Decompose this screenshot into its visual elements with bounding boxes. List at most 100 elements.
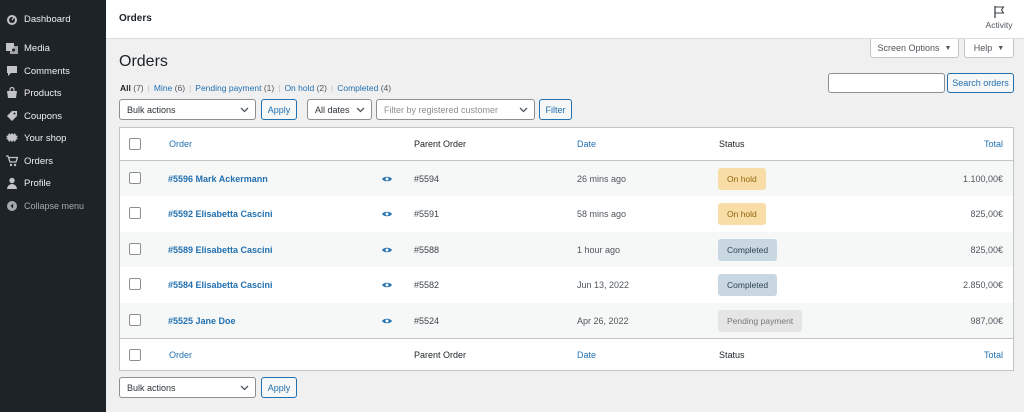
activity-label: Activity	[985, 20, 1013, 30]
column-order-header[interactable]: Order	[169, 128, 192, 160]
user-icon	[6, 177, 18, 189]
sidebar-item-your-shop[interactable]: Your shop	[0, 128, 106, 148]
cart-icon	[6, 155, 18, 167]
status-cell: Pending payment	[718, 303, 803, 338]
chevron-down-icon	[240, 385, 249, 391]
view-separator: |	[330, 83, 334, 93]
column-status-header: Status	[719, 139, 745, 149]
column-parent-order-header: Parent Order	[414, 139, 467, 149]
sidebar-item-label: Profile	[24, 177, 51, 189]
help-button[interactable]: Help ▼	[964, 39, 1014, 58]
view-separator: |	[189, 83, 192, 93]
column-date-footer[interactable]: Date	[577, 339, 596, 371]
header-title: Orders	[119, 13, 152, 24]
order-total: 2.850,00€	[962, 279, 1003, 290]
search-orders-button[interactable]: Search orders	[947, 73, 1014, 93]
parent-order: #5588	[414, 244, 440, 255]
bulk-actions-select-bottom[interactable]: Bulk actions	[119, 377, 256, 398]
parent-order: #5594	[414, 173, 440, 184]
status-badge: Pending payment	[718, 309, 803, 332]
order-link[interactable]: #5596 Mark Ackermann	[168, 161, 268, 196]
shop-icon	[6, 132, 18, 144]
select-all-checkbox[interactable]	[129, 138, 141, 150]
view-completed[interactable]: Completed (4)	[337, 83, 391, 93]
media-icon	[6, 42, 18, 54]
sidebar-item-label: Products	[24, 87, 62, 99]
collapse-menu-label: Collapse menu	[24, 201, 85, 211]
bulk-actions-value: Bulk actions	[127, 104, 176, 115]
view-pending-payment[interactable]: Pending payment (1)	[195, 83, 274, 93]
preview-eye-icon[interactable]	[382, 303, 392, 338]
sidebar-item-media[interactable]: Media	[0, 38, 106, 58]
select-all-checkbox[interactable]	[129, 349, 141, 361]
sidebar-item-comments[interactable]: Comments	[0, 61, 106, 81]
view-separator: |	[278, 83, 281, 93]
dashboard-icon	[6, 13, 18, 25]
bulk-actions-select[interactable]: Bulk actions	[119, 99, 256, 120]
chevron-down-icon: ▼	[997, 44, 1005, 52]
column-order-footer[interactable]: Order	[169, 339, 192, 371]
column-total-footer[interactable]: Total	[984, 339, 1003, 371]
search-orders-input[interactable]	[828, 73, 945, 93]
comments-icon	[6, 65, 18, 77]
view-mine[interactable]: Mine (6)	[154, 83, 185, 93]
sidebar-item-label: Orders	[24, 155, 54, 167]
sidebar-item-orders[interactable]: Orders	[0, 151, 106, 171]
page-title: Orders	[119, 53, 168, 70]
dates-select[interactable]: All dates	[307, 99, 372, 120]
flag-icon	[994, 6, 1005, 18]
column-date-header[interactable]: Date	[577, 128, 596, 160]
status-cell: On hold	[718, 196, 766, 231]
table-row: #5589 Elisabetta Cascini #5588 1 hour ago C…	[120, 232, 1013, 267]
order-link[interactable]: #5525 Jane Doe	[168, 303, 236, 338]
preview-eye-icon[interactable]	[382, 267, 392, 302]
view-on-hold[interactable]: On hold (2)	[284, 83, 327, 93]
order-link[interactable]: #5584 Elisabetta Cascini	[168, 267, 273, 302]
collapse-icon	[6, 200, 18, 212]
help-label: Help	[973, 43, 993, 53]
order-link[interactable]: #5592 Elisabetta Cascini	[168, 196, 273, 231]
apply-button[interactable]: Apply	[261, 99, 297, 120]
filter-button[interactable]: Filter	[539, 99, 572, 120]
sidebar-item-profile[interactable]: Profile	[0, 173, 106, 193]
sidebar-item-label: Coupons	[24, 110, 63, 122]
column-total-header[interactable]: Total	[984, 128, 1003, 160]
parent-order: #5591	[414, 208, 440, 219]
column-parent-order-footer: Parent Order	[414, 350, 467, 360]
order-total: 1.100,00€	[962, 173, 1003, 184]
sidebar-item-products[interactable]: Products	[0, 83, 106, 103]
sidebar-item-label: Dashboard	[24, 13, 71, 25]
customer-filter-select[interactable]: Filter by registered customer	[376, 99, 535, 120]
screen-options-button[interactable]: Screen Options ▼	[870, 39, 959, 58]
row-checkbox[interactable]	[129, 314, 141, 326]
apply-button-bottom[interactable]: Apply	[261, 377, 297, 398]
row-checkbox[interactable]	[129, 172, 141, 184]
admin-sidebar: Dashboard Media Comments Products Coupon…	[0, 0, 106, 412]
table-row: #5584 Elisabetta Cascini #5582 Jun 13, 202…	[120, 267, 1013, 302]
preview-eye-icon[interactable]	[382, 196, 392, 231]
preview-eye-icon[interactable]	[382, 161, 392, 196]
activity-button[interactable]: Activity	[984, 6, 1014, 30]
sidebar-item-label: Comments	[24, 65, 70, 77]
row-checkbox[interactable]	[129, 207, 141, 219]
chevron-down-icon	[240, 107, 249, 113]
view-all[interactable]: All (7)	[120, 83, 144, 93]
row-checkbox[interactable]	[129, 278, 141, 290]
status-cell: Completed	[718, 232, 778, 267]
order-date: 26 mins ago	[577, 173, 627, 184]
order-date: 58 mins ago	[577, 208, 627, 219]
parent-order: #5582	[414, 279, 440, 290]
preview-eye-icon[interactable]	[382, 232, 392, 267]
order-total: 825,00€	[970, 244, 1003, 255]
status-badge: Completed	[718, 273, 778, 296]
row-checkbox[interactable]	[129, 243, 141, 255]
collapse-menu-button[interactable]: Collapse menu	[0, 196, 106, 216]
order-total: 825,00€	[970, 208, 1003, 219]
status-cell: Completed	[718, 267, 778, 302]
orders-table: Order Parent Order Date Status Total #55…	[119, 127, 1014, 371]
table-footer-row: Order Parent Order Date Status Total	[120, 338, 1013, 371]
table-header-row: Order Parent Order Date Status Total	[120, 128, 1013, 161]
order-link[interactable]: #5589 Elisabetta Cascini	[168, 232, 273, 267]
sidebar-item-dashboard[interactable]: Dashboard	[0, 9, 106, 29]
sidebar-item-coupons[interactable]: Coupons	[0, 106, 106, 126]
